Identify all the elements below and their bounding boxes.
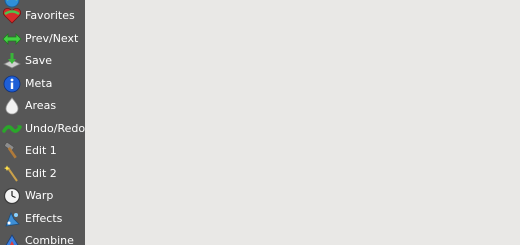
info-icon xyxy=(1,73,23,95)
effects-icon xyxy=(1,208,23,230)
main-canvas[interactable] xyxy=(85,0,520,245)
sidebar-item-label: Undo/Redo xyxy=(25,122,86,135)
sidebar-item-meta[interactable]: Meta xyxy=(0,73,85,95)
hammer-icon xyxy=(1,140,23,162)
save-icon xyxy=(1,50,23,72)
sidebar-item-save[interactable]: Save xyxy=(0,50,85,72)
sidebar-item-label: Meta xyxy=(25,77,53,90)
app-window: Favorites Prev/Next Save Meta Areas Undo… xyxy=(0,0,520,245)
magic-wand-icon xyxy=(1,163,23,185)
areas-icon xyxy=(1,95,23,117)
sidebar-item-label: Save xyxy=(25,54,53,67)
sidebar-item-favorites[interactable]: Favorites xyxy=(0,5,85,27)
sidebar-item-edit-2[interactable]: Edit 2 xyxy=(0,163,85,185)
heart-icon xyxy=(1,5,23,27)
sidebar-item-label: Edit 1 xyxy=(25,144,57,157)
sidebar-item-label: Prev/Next xyxy=(25,32,79,45)
sidebar-item-undo-redo[interactable]: Undo/Redo xyxy=(0,118,85,140)
sidebar-item-areas[interactable]: Areas xyxy=(0,95,85,117)
sidebar: Favorites Prev/Next Save Meta Areas Undo… xyxy=(0,0,85,245)
sidebar-item-label: Warp xyxy=(25,189,54,202)
sidebar-item-label: Effects xyxy=(25,212,63,225)
undo-redo-icon xyxy=(1,118,23,140)
sidebar-item-combine[interactable]: Combine xyxy=(0,230,85,245)
sidebar-item-label: Combine xyxy=(25,234,74,245)
sidebar-item-edit-1[interactable]: Edit 1 xyxy=(0,140,85,162)
sidebar-item-prev-next[interactable]: Prev/Next xyxy=(0,28,85,50)
sidebar-item-label: Favorites xyxy=(25,9,75,22)
sidebar-item-label: Areas xyxy=(25,99,57,112)
combine-icon xyxy=(1,230,23,245)
clock-icon xyxy=(1,185,23,207)
sidebar-item-warp[interactable]: Warp xyxy=(0,185,85,207)
sidebar-item-label: Edit 2 xyxy=(25,167,57,180)
sidebar-item-effects[interactable]: Effects xyxy=(0,208,85,230)
double-arrow-icon xyxy=(1,28,23,50)
